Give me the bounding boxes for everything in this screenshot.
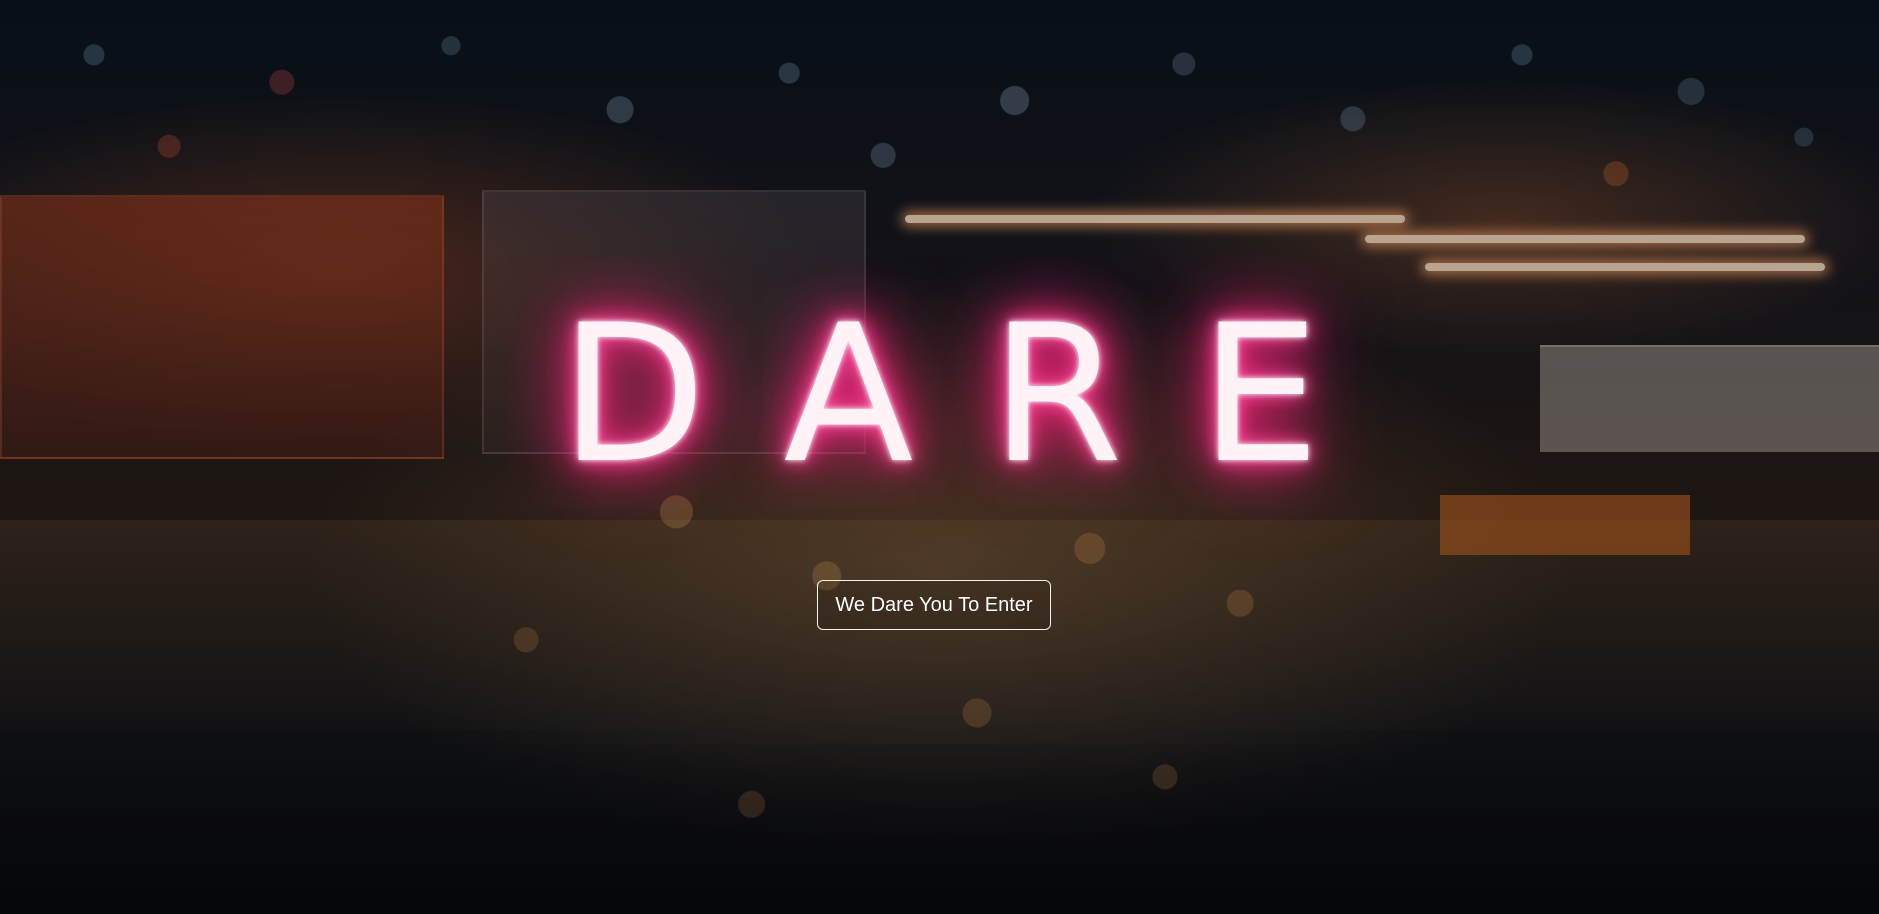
brand-title: D A R E [560, 300, 1320, 490]
brand-letter-d: D [560, 284, 707, 505]
hero-section: D A R E We Dare You To Enter [0, 0, 1879, 914]
brand-letter-r: R [990, 284, 1123, 505]
enter-button[interactable]: We Dare You To Enter [817, 580, 1051, 630]
brand-letter-a: A [783, 284, 914, 505]
brand-letter-e: E [1199, 284, 1320, 505]
